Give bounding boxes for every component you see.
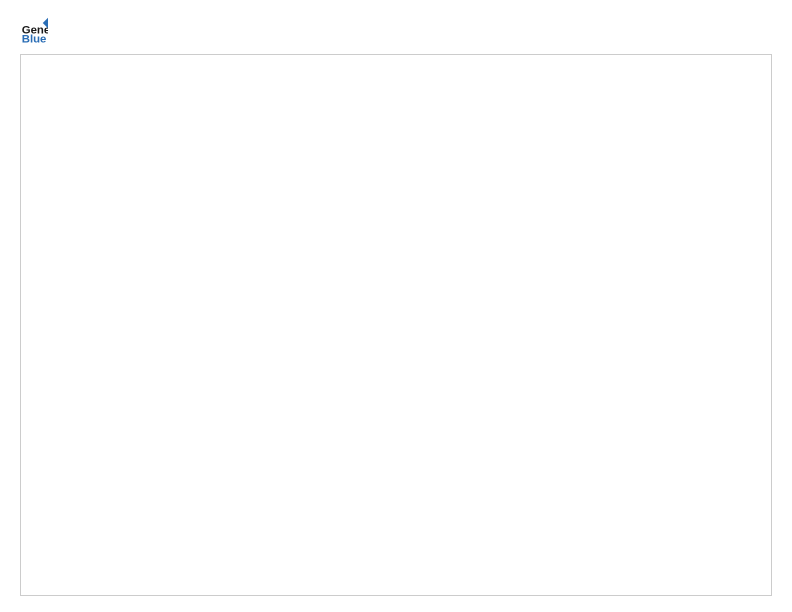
calendar-body (21, 55, 771, 595)
svg-text:Blue: Blue (22, 33, 47, 44)
logo-icon: General Blue (20, 16, 48, 44)
calendar (20, 54, 772, 596)
page: General Blue (0, 0, 792, 612)
logo: General Blue (20, 16, 48, 44)
header: General Blue (20, 16, 772, 44)
